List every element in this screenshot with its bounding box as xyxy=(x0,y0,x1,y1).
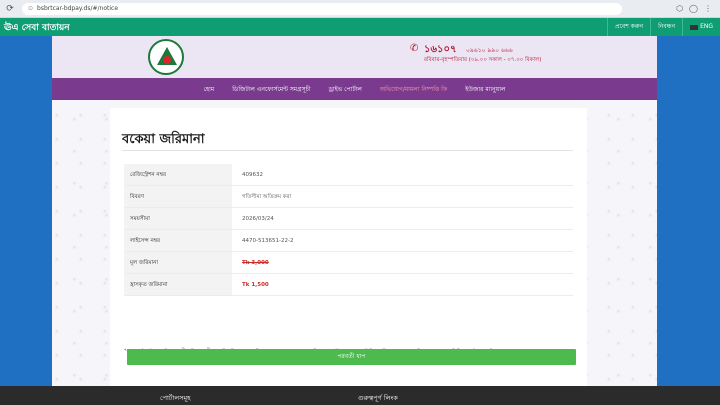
page-title: বকেয়া জরিমানা xyxy=(122,132,205,147)
original-fine-value: Tk 3,000 xyxy=(242,260,269,266)
table-row: হ্রাসকৃত জরিমানা Tk 1,500 xyxy=(124,274,573,296)
site-info-icon[interactable]: ⊙ xyxy=(28,5,33,12)
row-label: বিবরণ xyxy=(124,186,232,207)
right-side-panel xyxy=(657,36,720,386)
phone-icon: ✆ xyxy=(410,43,419,54)
footer-links-heading: গুরুত্বপূর্ণ লিংক xyxy=(358,394,398,402)
next-step-button[interactable]: পরবর্তী ধাপ xyxy=(127,349,576,365)
table-row: রেজিস্ট্রেশন নম্বর 409632 xyxy=(124,164,573,186)
row-value: 2026/03/24 xyxy=(242,216,274,222)
table-row: লাইসেন্স নম্বর 4470-513651-22-2 xyxy=(124,230,573,252)
page-center: ✆ ১৬১০৭ ০৯৬১০ ৯৯০ ৬৬৬ রবিবার-বৃহস্পতিবার… xyxy=(52,36,657,386)
login-link[interactable]: প্রবেশ করুন xyxy=(607,18,650,36)
left-side-panel xyxy=(0,36,52,386)
footer-portals-heading: পোর্টালসমূহ xyxy=(160,394,191,402)
hotline-block: ✆ ১৬১০৭ ০৯৬১০ ৯৯০ ৬৬৬ রবিবার-বৃহস্পতিবার… xyxy=(410,42,610,72)
reload-icon[interactable]: ⟳ xyxy=(4,3,16,15)
fine-details-card: বকেয়া জরিমানা রেজিস্ট্রেশন নম্বর 409632… xyxy=(110,108,587,386)
menu-item-fine-settlement[interactable]: অভিযোগ/মামলা নিষ্পত্তি ফি xyxy=(380,84,447,95)
browser-toolbar: ⟳ ⊙ bsbrtcar-bdpay.ds/#/notice ⬡ ◯ ⋮ xyxy=(0,0,720,18)
table-row: মূল জরিমানা Tk 3,000 xyxy=(124,252,573,274)
menu-item-home[interactable]: হোম xyxy=(204,84,215,95)
menu-item-drive-portal[interactable]: ড্রাইভ পোর্টাল xyxy=(329,84,362,95)
url-text: bsbrtcar-bdpay.ds/#/notice xyxy=(37,5,119,12)
row-value: 4470-513651-22-2 xyxy=(242,238,294,244)
row-value: গতিসীমা অতিক্রম করা xyxy=(242,194,292,200)
government-logo-icon[interactable] xyxy=(148,39,184,75)
fine-details-table: রেজিস্ট্রেশন নম্বর 409632 বিবরণ গতিসীমা … xyxy=(124,164,573,296)
hotline-alt-number: ০৯৬১০ ৯৯০ ৬৬৬ xyxy=(466,47,513,54)
flag-icon xyxy=(690,24,699,30)
site-topbar: ঊএ সেবা বাতায়ন প্রবেশ করুন নিবন্ধন ENG xyxy=(0,18,720,36)
site-footer: পোর্টালসমূহ গুরুত্বপূর্ণ লিংক xyxy=(0,386,720,405)
row-label: সময়সীমা xyxy=(124,208,232,229)
site-brand[interactable]: ঊএ সেবা বাতায়ন xyxy=(0,20,70,35)
menu-item-digital-enforcement[interactable]: ডিজিটাল এনফোর্সমেন্ট সমগ্রসূচী xyxy=(232,84,310,95)
hotline-hours: রবিবার-বৃহস্পতিবার (০৯.০০ সকাল - ০৭.০০ ব… xyxy=(424,57,542,63)
main-menu: হোম ডিজিটাল এনফোর্সমেন্ট সমগ্রসূচী ড্রাই… xyxy=(52,78,657,100)
register-link[interactable]: নিবন্ধন xyxy=(650,18,682,36)
row-value: 409632 xyxy=(242,172,263,178)
title-divider xyxy=(122,150,573,151)
row-label: হ্রাসকৃত জরিমানা xyxy=(124,274,232,295)
profile-icon[interactable]: ◯ xyxy=(689,4,698,13)
row-label: লাইসেন্স নম্বর xyxy=(124,230,232,251)
language-switch[interactable]: ENG xyxy=(682,18,720,36)
table-row: সময়সীমা 2026/03/24 xyxy=(124,208,573,230)
reduced-fine-value: Tk 1,500 xyxy=(242,282,269,288)
site-header: ✆ ১৬১০৭ ০৯৬১০ ৯৯০ ৬৬৬ রবিবার-বৃহস্পতিবার… xyxy=(52,36,657,78)
menu-icon[interactable]: ⋮ xyxy=(704,4,712,13)
extensions-icon[interactable]: ⬡ xyxy=(676,4,683,13)
language-label: ENG xyxy=(700,23,713,30)
menu-item-user-manual[interactable]: ইউজার ম্যানুয়াল xyxy=(465,84,505,95)
address-bar[interactable]: ⊙ bsbrtcar-bdpay.ds/#/notice xyxy=(22,2,622,15)
row-label: রেজিস্ট্রেশন নম্বর xyxy=(124,164,232,185)
table-row: বিবরণ গতিসীমা অতিক্রম করা xyxy=(124,186,573,208)
row-label: মূল জরিমানা xyxy=(124,252,232,273)
